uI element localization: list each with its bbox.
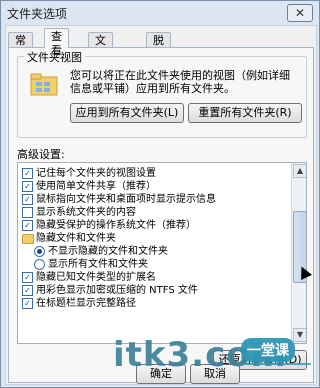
reset-all-folders-button[interactable]: 重置所有文件夹(R) xyxy=(188,103,302,123)
checkbox[interactable] xyxy=(22,207,33,218)
checkbox[interactable]: ✓ xyxy=(22,285,33,296)
tab-label: 查看 xyxy=(51,30,62,57)
list-item-label: 不显示隐藏的文件和文件夹 xyxy=(48,246,168,257)
tab-general[interactable]: 常规 xyxy=(8,32,33,61)
tab-offline-files[interactable]: 脱机文件 xyxy=(146,32,171,89)
cancel-button[interactable]: 取消 xyxy=(190,364,240,384)
list-item-label: 用彩色显示加密或压缩的 NTFS 文件 xyxy=(36,285,198,296)
close-button[interactable]: ✕ xyxy=(287,4,313,22)
folder-options-window: 文件夹选项 ✕ 常规 查看 文件类型 脱机文件 文件夹视图 xyxy=(0,0,320,388)
list-item-label: 隐藏受保护的操作系统文件（推荐） xyxy=(36,220,196,231)
window-title: 文件夹选项 xyxy=(7,7,68,21)
tab-view[interactable]: 查看 xyxy=(44,28,69,57)
scroll-up-icon[interactable]: ▲ xyxy=(293,164,306,178)
list-item-label: 显示系统文件夹的内容 xyxy=(36,207,136,218)
view-tab-panel: 文件夹视图 您可以将正在此文件夹使用的视图（例如详细信息或平铺）应用到所有文件夹… xyxy=(8,47,314,383)
radio-button[interactable] xyxy=(34,259,45,270)
folder-icon xyxy=(22,234,34,244)
list-item-label: 鼠标指向文件夹和桌面项时显示提示信息 xyxy=(36,194,216,205)
checkbox[interactable]: ✓ xyxy=(22,220,33,231)
list-item-label: 在标题栏显示完整路径 xyxy=(36,298,136,309)
advanced-settings-list[interactable]: ✓ 记住每个文件夹的视图设置 ✓ 使用简单文件共享（推荐） ✓ 鼠标指向文件夹和… xyxy=(17,162,307,344)
list-item-label: 使用简单文件共享（推荐） xyxy=(36,181,156,192)
list-item-label: 记住每个文件夹的视图设置 xyxy=(36,168,156,179)
close-icon: ✕ xyxy=(294,6,306,20)
folder-view-icon xyxy=(30,73,58,96)
checkbox[interactable]: ✓ xyxy=(22,298,33,309)
checkbox[interactable]: ✓ xyxy=(22,168,33,179)
folder-view-description: 您可以将正在此文件夹使用的视图（例如详细信息或平铺）应用到所有文件夹。 xyxy=(70,69,290,95)
radio-button[interactable] xyxy=(34,246,45,257)
vertical-scrollbar[interactable]: ▲ ▼ xyxy=(291,163,306,343)
checkbox[interactable]: ✓ xyxy=(22,181,33,192)
list-item-label: 隐藏已知文件类型的扩展名 xyxy=(36,272,156,283)
apply-to-all-folders-button[interactable]: 应用到所有文件夹(L) xyxy=(70,103,184,123)
folder-view-group: 文件夹视图 您可以将正在此文件夹使用的视图（例如详细信息或平铺）应用到所有文件夹… xyxy=(17,49,307,138)
dialog-body: 常规 查看 文件类型 脱机文件 文件夹视图 您可以将正在此文件夹使用的视图（例如… xyxy=(5,25,317,385)
checkbox[interactable]: ✓ xyxy=(22,194,33,205)
list-item-label: 隐藏文件和文件夹 xyxy=(36,233,116,244)
ok-button[interactable]: 确定 xyxy=(136,364,186,384)
dialog-buttons: 确定 取消 xyxy=(6,360,316,384)
title-bar: 文件夹选项 ✕ xyxy=(1,1,319,23)
list-item-label: 显示所有文件和文件夹 xyxy=(48,259,148,270)
tab-file-types[interactable]: 文件类型 xyxy=(88,32,113,89)
checkbox[interactable]: ✓ xyxy=(22,272,33,283)
scroll-down-icon[interactable]: ▼ xyxy=(293,328,306,342)
advanced-settings-label: 高级设置: xyxy=(17,148,65,161)
